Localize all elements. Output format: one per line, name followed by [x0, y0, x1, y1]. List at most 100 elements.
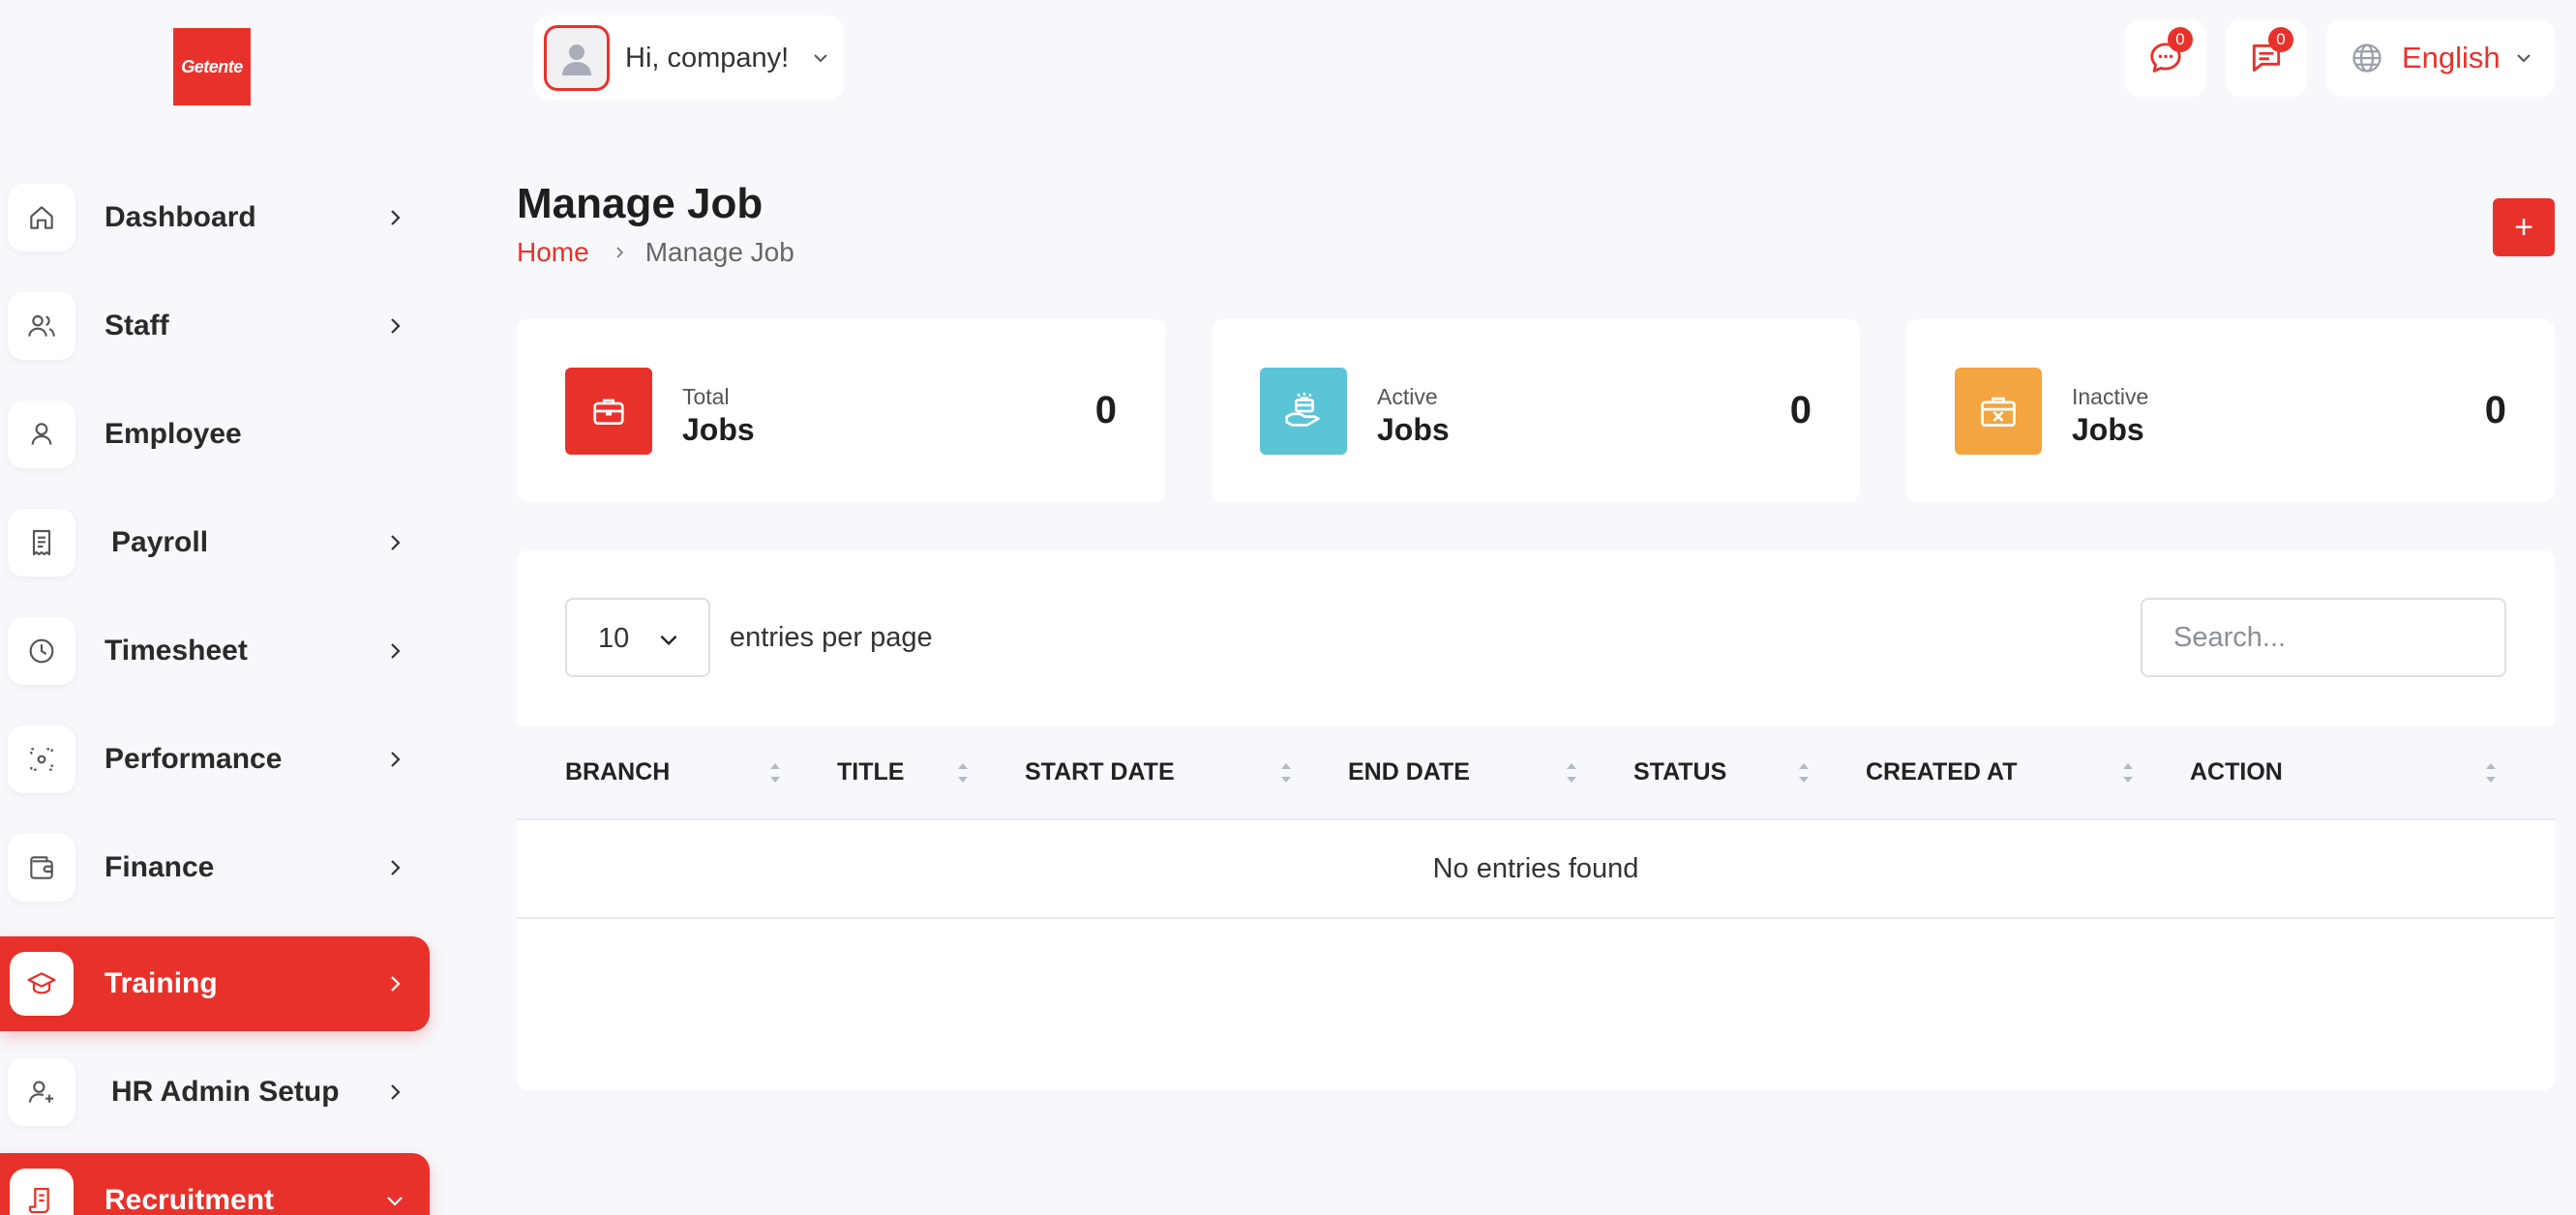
sidebar-item-label: Employee — [105, 418, 242, 450]
chevron-right-icon — [391, 1084, 401, 1100]
breadcrumb-home-link[interactable]: Home — [517, 237, 589, 268]
graduation-cap-icon — [27, 972, 56, 994]
sort-icon — [770, 763, 780, 783]
notifications-badge: 0 — [2268, 27, 2293, 52]
sidebar-item-label: Finance — [105, 851, 215, 883]
sidebar-item-performance[interactable]: Performance — [0, 712, 430, 807]
stat-label: Jobs — [682, 412, 755, 447]
column-label: ACTION — [2190, 757, 2283, 785]
sidebar-item-finance[interactable]: Finance — [0, 820, 430, 915]
column-header-end-date[interactable]: END DATE — [1348, 726, 1470, 818]
column-label: TITLE — [837, 757, 905, 785]
column-label: STATUS — [1633, 757, 1727, 785]
sidebar-item-hr-admin-setup[interactable]: HR Admin Setup — [0, 1045, 430, 1140]
chevron-right-icon — [391, 535, 401, 550]
column-header-branch[interactable]: BRANCH — [565, 726, 670, 818]
sidebar-item-label: Staff — [105, 310, 169, 341]
target-icon — [30, 748, 53, 771]
add-job-button[interactable]: + — [2493, 198, 2555, 256]
sidebar-item-label: Dashboard — [105, 201, 256, 233]
stat-card-inactive-jobs: Inactive Jobs 0 — [1906, 319, 2555, 502]
column-label: CREATED AT — [1866, 757, 2018, 785]
chevron-right-icon — [391, 318, 401, 334]
sidebar-item-training[interactable]: Training — [0, 936, 430, 1031]
sidebar-item-label: Training — [105, 967, 218, 999]
chevron-right-icon — [391, 643, 401, 659]
user-silhouette-icon — [562, 44, 591, 75]
column-header-status[interactable]: STATUS — [1633, 726, 1726, 818]
page-title: Manage Job — [517, 180, 764, 227]
logo-text: Getente — [181, 56, 243, 76]
stat-caption: Total — [682, 384, 730, 409]
user-icon — [31, 423, 52, 445]
users-icon — [28, 314, 55, 337]
hand-box-icon — [1285, 392, 1320, 427]
sidebar-item-label: HR Admin Setup — [111, 1076, 340, 1108]
sidebar-item-timesheet[interactable]: Timesheet — [0, 604, 430, 698]
chevron-right-icon — [616, 247, 623, 258]
chevron-down-icon — [2517, 54, 2531, 63]
sidebar-item-label: Recruitment — [105, 1184, 275, 1215]
sort-icon — [2486, 763, 2496, 783]
clock-icon — [29, 638, 54, 664]
wallet-icon — [30, 856, 53, 879]
sort-icon — [2123, 763, 2133, 783]
jobs-table-card: 10 entries per page BRANCH TITLE START D… — [517, 550, 2555, 1090]
breadcrumb: Home Manage Job — [517, 237, 794, 268]
chevron-down-icon — [660, 635, 677, 646]
sidebar-item-employee[interactable]: Employee — [0, 387, 430, 482]
chevron-right-icon — [391, 976, 401, 992]
stat-card-active-jobs: Active Jobs 0 — [1212, 319, 1860, 502]
receipt-icon — [32, 529, 51, 556]
globe-icon — [2352, 44, 2381, 73]
language-selector[interactable]: English — [2326, 19, 2555, 97]
table-header: BRANCH TITLE START DATE END DATE STATUS … — [517, 726, 2555, 820]
entries-per-page-value: 10 — [598, 623, 630, 654]
stat-card-total-jobs: Total Jobs 0 — [517, 319, 1165, 502]
chevron-right-icon — [391, 210, 401, 225]
sort-icon — [1281, 763, 1291, 783]
stat-value: 0 — [1094, 389, 1117, 431]
document-icon — [28, 1187, 49, 1214]
sort-icon — [958, 763, 968, 783]
entries-per-page-label: entries per page — [730, 622, 933, 653]
column-label: START DATE — [1025, 757, 1175, 785]
sidebar-item-recruitment[interactable]: Recruitment — [0, 1153, 430, 1215]
entries-per-page-select[interactable]: 10 — [565, 598, 710, 677]
column-label: BRANCH — [565, 757, 671, 785]
chevron-right-icon — [391, 860, 401, 875]
notifications-button[interactable]: 0 — [2226, 19, 2307, 97]
sort-icon — [1799, 763, 1809, 783]
stat-label: Jobs — [2072, 412, 2144, 447]
stat-value: 0 — [1789, 389, 1812, 431]
stat-caption: Inactive — [2072, 384, 2149, 409]
column-header-start-date[interactable]: START DATE — [1025, 726, 1175, 818]
plus-icon: + — [2514, 208, 2533, 246]
sort-icon — [1567, 763, 1576, 783]
sidebar-item-staff[interactable]: Staff — [0, 279, 430, 373]
user-menu[interactable]: Hi, company! — [534, 15, 844, 101]
user-greeting: Hi, company! — [625, 42, 790, 74]
column-header-action[interactable]: ACTION — [2190, 726, 2283, 818]
messages-button[interactable]: 0 — [2125, 19, 2206, 97]
user-plus-icon — [28, 1081, 53, 1103]
home-icon — [30, 206, 53, 229]
avatar — [544, 25, 610, 91]
column-header-title[interactable]: TITLE — [837, 726, 904, 818]
messages-badge: 0 — [2168, 27, 2193, 52]
stat-value: 0 — [2484, 389, 2506, 431]
column-header-created-at[interactable]: CREATED AT — [1866, 726, 2017, 818]
sidebar-item-label: Payroll — [111, 526, 209, 558]
search-input[interactable] — [2141, 598, 2506, 677]
briefcase-icon — [593, 399, 624, 426]
sidebar-item-label: Timesheet — [105, 635, 248, 667]
stat-caption: Active — [1377, 384, 1438, 409]
language-label: English — [2402, 41, 2501, 74]
company-logo[interactable]: Getente — [173, 28, 251, 105]
chevron-right-icon — [391, 752, 401, 767]
stat-label: Jobs — [1377, 412, 1450, 447]
empty-table-message: No entries found — [517, 820, 2555, 919]
column-label: END DATE — [1348, 757, 1470, 785]
sidebar-item-payroll[interactable]: Payroll — [0, 495, 430, 590]
sidebar-item-dashboard[interactable]: Dashboard — [0, 170, 430, 265]
